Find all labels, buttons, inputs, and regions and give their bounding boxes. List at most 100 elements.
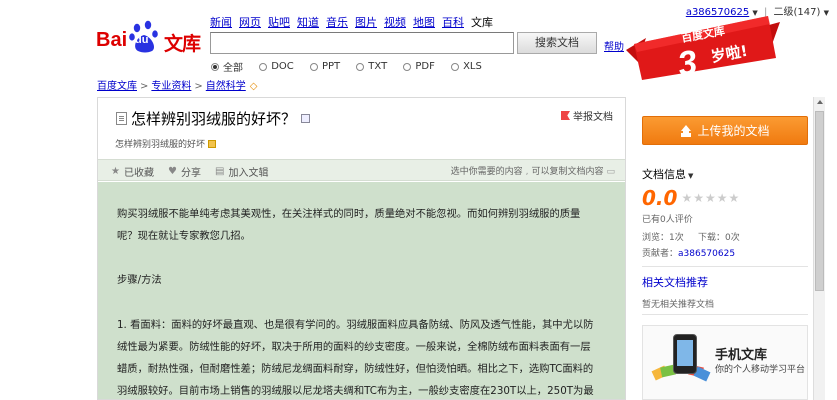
radio-txt[interactable]: TXT — [356, 61, 387, 72]
vertical-scrollbar[interactable] — [813, 97, 825, 400]
doc-info-heading[interactable]: 文档信息 ▼ — [642, 166, 693, 182]
radio-dot-icon — [403, 62, 412, 71]
paragraph-line: 购买羽绒服不能单纯考虑其美观性，在关注样式的同时，质量绝对不能忽视。而如何辨别羽… — [117, 208, 581, 220]
nav-item-tieba[interactable]: 贴吧 — [268, 16, 290, 29]
doc-toolbar: ★ 已收藏 ♥ 分享 ▤ 加入文辑 选中你需要的内容, 可以复制文档内容 ▭ — [98, 159, 625, 181]
rating-stars-icon[interactable]: ★★★★★ — [681, 191, 740, 205]
view-count: 浏览：1次 — [642, 233, 684, 243]
nav-item-images[interactable]: 图片 — [355, 16, 377, 29]
divider — [642, 314, 808, 315]
nav-item-baike[interactable]: 百科 — [442, 16, 464, 29]
radio-dot-icon — [211, 62, 219, 71]
mobile-ad-subtitle: 你的个人移动学习平台 — [715, 365, 806, 375]
tag-icon[interactable]: ◇ — [250, 81, 258, 92]
radio-label: 全部 — [223, 63, 243, 74]
logo-text-du: du — [135, 34, 149, 46]
paragraph-line: 绒性最为紧要。防绒性能的好坏，取决于所用的面料的纱支密度。一般来说，全棉防绒布面… — [117, 341, 591, 353]
nav-item-wenku: 文库 — [471, 16, 493, 29]
breadcrumb-item[interactable]: 专业资料 — [151, 81, 191, 92]
doc-info-title: 文档信息 — [642, 168, 686, 181]
album-icon: ▤ — [215, 166, 225, 177]
document-panel: 怎样辨别羽绒服的好坏？ 举报文档 怎样辨别羽绒服的好坏 ★ 已收藏 ♥ 分享 ▤ 加入… — [97, 97, 626, 400]
doc-subtitle: 怎样辨别羽绒服的好坏 — [115, 137, 217, 150]
nav-item-video[interactable]: 视频 — [384, 16, 406, 29]
doc-content: 购买羽绒服不能单纯考虑其美观性，在关注样式的同时，质量绝对不能忽视。而如何辨别羽… — [98, 182, 625, 399]
radio-dot-icon — [259, 62, 268, 71]
nav-item-map[interactable]: 地图 — [413, 16, 435, 29]
breadcrumb-item[interactable]: 自然科学 — [206, 81, 246, 92]
radio-all[interactable]: 全部 — [211, 59, 243, 74]
upload-document-button[interactable]: 上传我的文档 — [642, 116, 808, 145]
contributor-label: 贡献者： — [642, 249, 679, 259]
phone-icon — [673, 334, 697, 374]
hint-part-b: 可以复制文档内容 — [531, 167, 604, 177]
breadcrumb-separator: > — [140, 81, 149, 92]
scroll-up-icon[interactable] — [817, 100, 823, 104]
page: a386570625 ▼ | 二级(147) ▼ Bai du 文库 新闻 网页贴… — [0, 0, 837, 400]
share-button[interactable]: ♥ 分享 — [168, 164, 201, 179]
heart-icon: ♥ — [168, 166, 177, 177]
sep: , — [525, 167, 529, 177]
radio-pdf[interactable]: PDF — [403, 61, 435, 72]
related-empty: 暂无相关推荐文档 — [642, 300, 715, 310]
search-button[interactable]: 搜索文档 — [517, 32, 597, 54]
divider — [642, 266, 808, 267]
file-type-filter: 全部 DOC PPT TXT PDF XLS — [211, 59, 495, 74]
report-label: 举报文档 — [573, 112, 613, 123]
hint-part-a: 选中你需要的内容 — [450, 167, 523, 177]
star-icon: ★ — [111, 166, 120, 177]
nav-item-news[interactable]: 新闻 — [210, 16, 232, 29]
page-title: 怎样辨别羽绒服的好坏？ — [131, 110, 297, 128]
logo-text-bai: Bai — [96, 29, 128, 51]
third-anniversary-banner[interactable]: 百度文库 3 岁啦! — [620, 10, 785, 82]
flag-icon — [561, 111, 570, 120]
copy-hint: 选中你需要的内容, 可以复制文档内容 ▭ — [451, 164, 618, 177]
paragraph-line: 1. 看面料：面料的好坏最直观、也是很有学问的。羽绒服面料应具备防绒、防风及透气… — [117, 319, 594, 331]
radio-dot-icon — [309, 62, 318, 71]
mobile-ad-title: 手机文库 — [715, 348, 768, 363]
note-icon[interactable] — [208, 139, 217, 148]
breadcrumb-separator: > — [194, 81, 203, 92]
paragraph-line: 呢？现在就让专家教您几招。 — [117, 230, 251, 242]
radio-ppt[interactable]: PPT — [309, 61, 341, 72]
contributor-link[interactable]: a386570625 — [678, 249, 735, 259]
search-input[interactable] — [210, 32, 514, 54]
share-label: 分享 — [180, 168, 201, 179]
scroll-thumb[interactable] — [815, 111, 824, 291]
contributor: 贡献者：a386570625 — [642, 246, 735, 259]
copy-icon[interactable]: ▭ — [606, 167, 615, 177]
breadcrumb: 百度文库 > 专业资料 > 自然科学 ◇ — [97, 77, 257, 92]
radio-label: PPT — [321, 61, 341, 72]
report-button[interactable]: 举报文档 — [561, 108, 613, 123]
paragraph-line: 羽绒服较好。目前市场上销售的羽绒服以尼龙塔夫绸和TC布为主，一般纱支密度在230… — [117, 385, 594, 397]
radio-label: DOC — [271, 61, 294, 72]
chevron-down-icon: ▼ — [688, 172, 694, 180]
radio-dot-icon — [356, 62, 365, 71]
top-nav: 新闻 网页 贴吧 知道 音乐 图片 视频 地图 百科 文库 — [210, 14, 500, 30]
radio-doc[interactable]: DOC — [259, 61, 294, 72]
upload-label: 上传我的文档 — [697, 124, 770, 138]
nav-item-music[interactable]: 音乐 — [326, 16, 348, 29]
related-heading: 相关文档推荐 — [642, 274, 708, 290]
radio-label: PDF — [415, 61, 435, 72]
radio-label: XLS — [463, 61, 482, 72]
doc-title-row: 怎样辨别羽绒服的好坏？ — [116, 108, 311, 129]
upload-icon — [680, 124, 692, 137]
doc-subtitle-text: 怎样辨别羽绒服的好坏 — [115, 140, 206, 150]
add-to-album-button[interactable]: ▤ 加入文辑 — [215, 164, 268, 179]
chevron-down-icon[interactable]: ▼ — [824, 9, 829, 17]
add-album-label: 加入文辑 — [228, 168, 269, 179]
baidu-wenku-logo[interactable]: Bai du 文库 — [96, 18, 206, 58]
related-title: 相关文档推荐 — [642, 276, 708, 289]
paragraph-line: 蜡质，耐热性强，但耐磨性差；防绒尼龙绸面料耐穿，防绒性好，但怕烫怕晒。相比之下，… — [117, 363, 594, 375]
breadcrumb-item[interactable]: 百度文库 — [97, 81, 137, 92]
radio-dot-icon — [451, 62, 460, 71]
doc-type-icon — [301, 114, 311, 123]
favorite-button[interactable]: ★ 已收藏 — [111, 164, 154, 179]
rating: 0.0 ★★★★★ — [642, 186, 740, 210]
mobile-wenku-ad[interactable]: 手机文库 你的个人移动学习平台 — [642, 325, 808, 400]
document-icon — [116, 112, 127, 125]
nav-item-web[interactable]: 网页 — [239, 16, 261, 29]
nav-item-zhidao[interactable]: 知道 — [297, 16, 319, 29]
radio-xls[interactable]: XLS — [451, 61, 482, 72]
